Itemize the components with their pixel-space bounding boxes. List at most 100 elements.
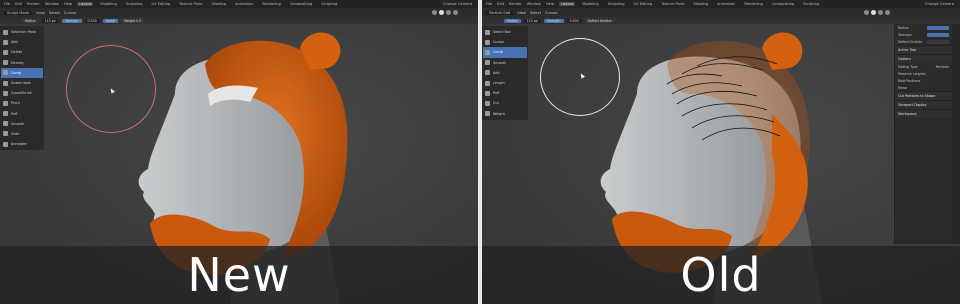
radius-label: Radius — [504, 18, 521, 23]
tab-layout[interactable]: Layout — [77, 2, 94, 6]
strength-field[interactable]: 0.500 — [566, 18, 582, 23]
sp-section-active-tool[interactable]: Active Tool — [895, 45, 952, 54]
tool-label: Grow/Shrink — [11, 91, 32, 96]
deflect-emitter-checkbox[interactable]: Deflect Emitter — [584, 18, 615, 23]
tab-rendering[interactable]: Rendering — [742, 2, 764, 6]
menu-curves[interactable]: Curves — [545, 11, 557, 15]
weight-field[interactable]: Weight 0.0 — [121, 18, 145, 23]
menu-file[interactable]: File — [4, 2, 10, 6]
tool-delete[interactable]: Delete — [1, 47, 43, 57]
top-menu-bar: File Edit Render Window Help Layout Mode… — [482, 0, 960, 8]
wireframe-icon[interactable] — [432, 10, 437, 15]
tool-puff[interactable]: Puff — [483, 88, 527, 98]
tab-modeling[interactable]: Modeling — [580, 2, 600, 6]
tool-label: Add — [493, 70, 500, 75]
tool-annotate[interactable]: Annotate — [1, 139, 43, 149]
tool-comb[interactable]: Comb — [1, 67, 43, 78]
tool-smooth[interactable]: Smooth — [483, 58, 527, 68]
tool-puff[interactable]: Puff — [1, 109, 43, 119]
tab-modeling[interactable]: Modeling — [98, 2, 118, 6]
tool-length[interactable]: Length — [483, 78, 527, 88]
wireframe-icon[interactable] — [864, 10, 869, 15]
scene-selector[interactable]: Change Camera — [443, 2, 472, 6]
tool-select-box[interactable]: Select Box — [483, 27, 527, 37]
falloff-dropdown[interactable]: Falloff — [102, 18, 119, 23]
sp-row-deflect[interactable]: Deflect Emitter — [895, 38, 952, 45]
sp-section-cut-particles[interactable]: Cut Particles to Shape — [895, 91, 952, 100]
menu-window[interactable]: Window — [527, 2, 541, 6]
tool-add[interactable]: Add — [483, 68, 527, 78]
tab-shading[interactable]: Shading — [691, 2, 710, 6]
tab-texture-paint[interactable]: Texture Paint — [177, 2, 204, 6]
sp-editing-type[interactable]: Editing Type Particles — [895, 63, 952, 70]
tool-snake-hook[interactable]: Snake Hook — [1, 78, 43, 88]
radius-field[interactable]: 115 px — [41, 18, 59, 23]
sp-editing-type-value[interactable]: Particles — [936, 65, 949, 69]
sp-row-radius[interactable]: Radius — [895, 24, 952, 31]
tab-shading[interactable]: Shading — [209, 2, 228, 6]
menu-select[interactable]: Select — [49, 11, 60, 15]
menu-render[interactable]: Render — [27, 2, 40, 6]
tab-uv-editing[interactable]: UV Editing — [150, 2, 173, 6]
material-icon[interactable] — [446, 10, 451, 15]
mode-dropdown[interactable]: Sculpt Mode — [4, 10, 33, 15]
sp-strength-field[interactable] — [927, 32, 949, 37]
tab-sculpting[interactable]: Sculpting — [124, 2, 145, 6]
tab-uv-editing[interactable]: UV Editing — [632, 2, 655, 6]
sp-section-viewport-display[interactable]: Viewport Display — [895, 100, 952, 109]
menu-view[interactable]: View — [36, 11, 45, 15]
mode-dropdown[interactable]: Particle Edit — [486, 10, 514, 15]
tab-scripting[interactable]: Scripting — [801, 2, 821, 6]
sp-deflect-field[interactable] — [927, 39, 949, 44]
menu-curves[interactable]: Curves — [64, 11, 76, 15]
sp-preserve-lengths[interactable]: Preserve Lengths — [895, 70, 952, 77]
tab-compositing[interactable]: Compositing — [288, 2, 315, 6]
sp-radius-field[interactable] — [927, 25, 949, 30]
strength-field[interactable]: 0.500 — [84, 18, 100, 23]
tool-grow-shrink[interactable]: Grow/Shrink — [1, 88, 43, 98]
menu-edit[interactable]: Edit — [497, 2, 504, 6]
sp-section-workspace[interactable]: Workspace — [895, 109, 952, 118]
sp-section-options[interactable]: Options — [895, 54, 952, 63]
menu-help[interactable]: Help — [546, 2, 554, 6]
cut-icon — [485, 100, 490, 106]
tab-sculpting[interactable]: Sculpting — [606, 2, 627, 6]
tool-selection-paint[interactable]: Selection Paint — [1, 27, 43, 37]
tool-pinch[interactable]: Pinch — [1, 98, 43, 108]
viewport-header: Particle Edit View Select Curves — [482, 8, 960, 17]
menu-help[interactable]: Help — [64, 2, 72, 6]
tab-texture-paint[interactable]: Texture Paint — [659, 2, 686, 6]
menu-view[interactable]: View — [517, 11, 526, 15]
tab-animation[interactable]: Animation — [715, 2, 737, 6]
tool-smooth[interactable]: Smooth — [1, 119, 43, 129]
sp-mirror[interactable]: Mirror — [895, 84, 952, 91]
tool-slide[interactable]: Slide — [1, 129, 43, 139]
menu-render[interactable]: Render — [509, 2, 522, 6]
scene-selector[interactable]: Change Camera — [925, 2, 954, 6]
rendered-icon[interactable] — [453, 10, 458, 15]
tool-density[interactable]: Density — [1, 58, 43, 68]
solid-icon[interactable] — [439, 10, 444, 15]
rendered-icon[interactable] — [885, 10, 890, 15]
tab-scripting[interactable]: Scripting — [319, 2, 339, 6]
material-icon[interactable] — [878, 10, 883, 15]
tab-rendering[interactable]: Rendering — [260, 2, 282, 6]
tool-add[interactable]: Add — [1, 37, 43, 47]
menu-file[interactable]: File — [486, 2, 492, 6]
menu-select[interactable]: Select — [530, 11, 541, 15]
tab-compositing[interactable]: Compositing — [770, 2, 797, 6]
sp-root-positions[interactable]: Root Positions — [895, 77, 952, 84]
sidebar-tabs[interactable] — [952, 24, 960, 244]
tab-animation[interactable]: Animation — [233, 2, 255, 6]
menu-edit[interactable]: Edit — [15, 2, 22, 6]
tool-cursor[interactable]: Cursor — [483, 37, 527, 47]
solid-icon[interactable] — [871, 10, 876, 15]
tool-weight[interactable]: Weight — [483, 109, 527, 119]
tab-layout[interactable]: Layout — [559, 2, 576, 6]
tool-label: Comb — [11, 70, 21, 75]
radius-field[interactable]: 115 px — [523, 18, 541, 23]
tool-cut[interactable]: Cut — [483, 98, 527, 108]
menu-window[interactable]: Window — [45, 2, 59, 6]
tool-comb[interactable]: Comb — [483, 47, 527, 58]
sp-row-strength[interactable]: Strength — [895, 31, 952, 38]
